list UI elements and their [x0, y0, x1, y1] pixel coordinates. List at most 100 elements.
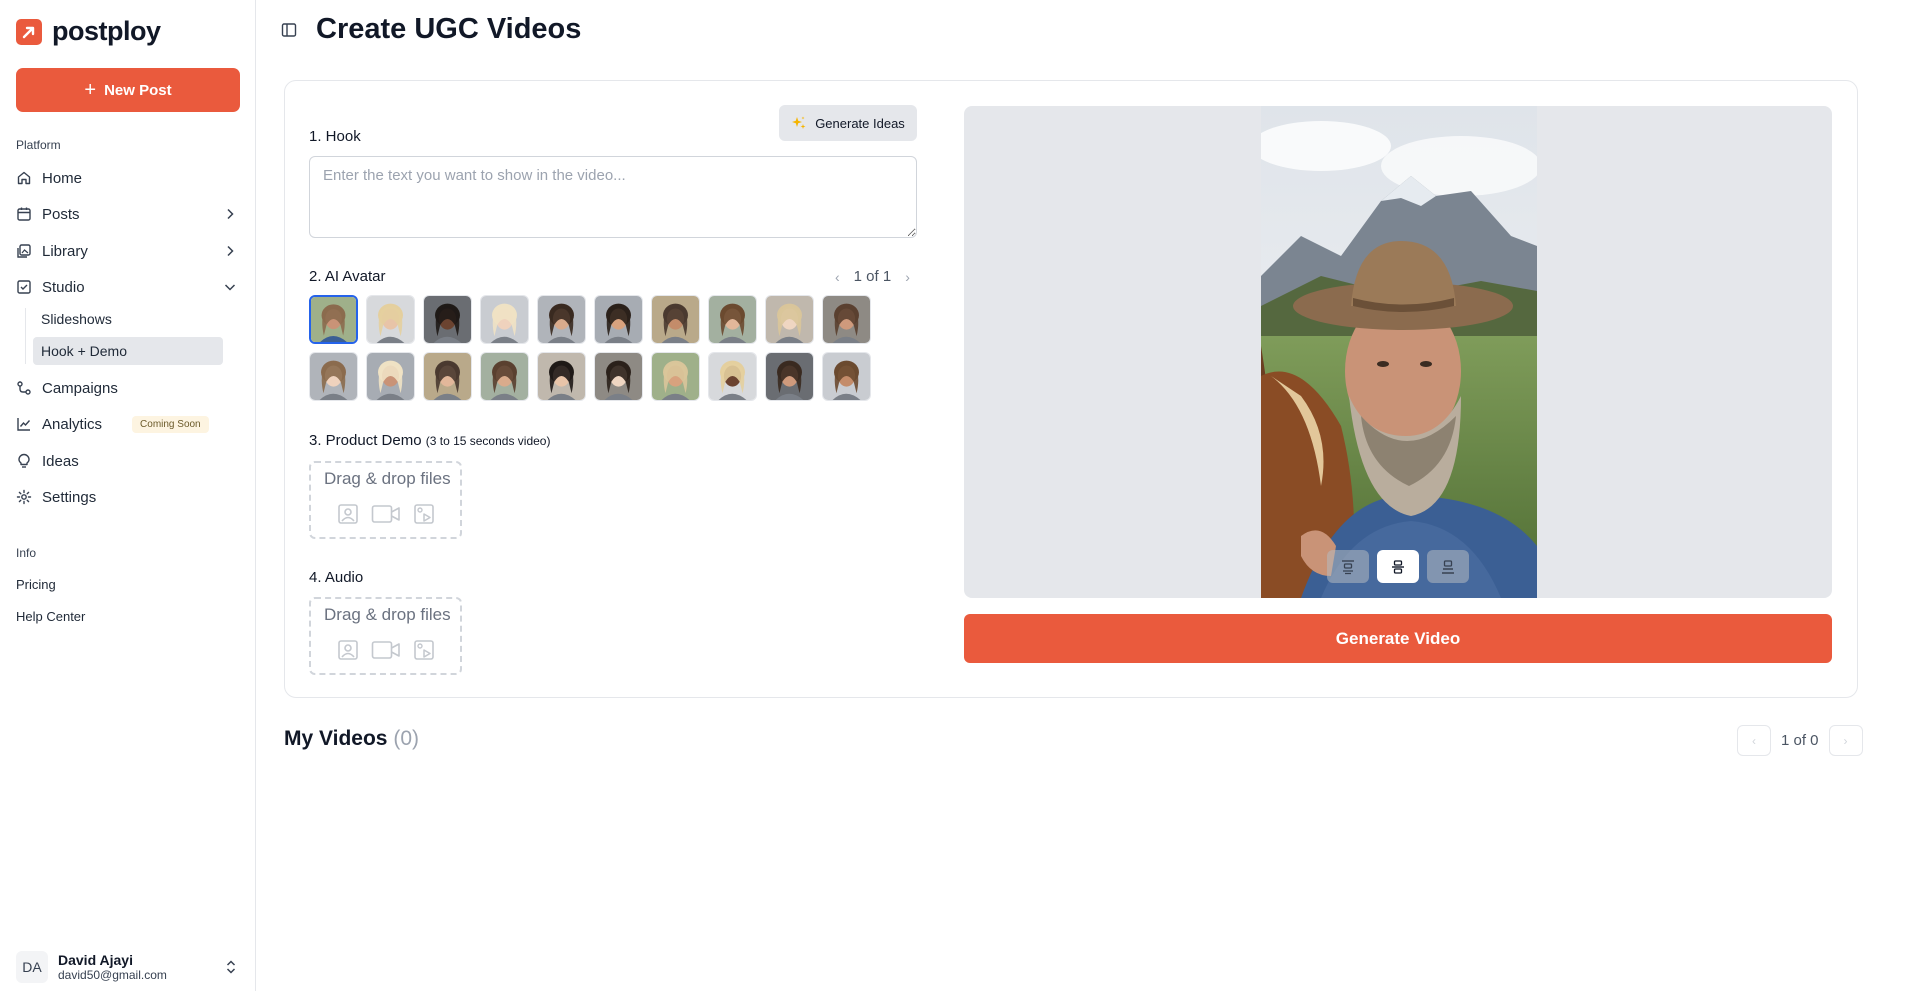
text-position-controls — [1327, 550, 1469, 583]
sidebar-item-label: Settings — [42, 488, 97, 506]
avatar-thumbnail[interactable] — [309, 295, 358, 344]
user-menu[interactable]: DA David Ajayi david50@gmail.com — [16, 950, 240, 984]
image-file-icon — [338, 640, 358, 660]
chevron-right-icon[interactable]: › — [905, 269, 910, 285]
avatar-pager: ‹ 1 of 1 › — [835, 268, 910, 285]
help-center-link[interactable]: Help Center — [16, 609, 85, 624]
brand[interactable]: postploy — [16, 16, 161, 47]
avatar-thumbnail[interactable] — [708, 352, 757, 401]
pricing-link[interactable]: Pricing — [16, 577, 56, 592]
avatar-thumbnail[interactable] — [594, 295, 643, 344]
sidebar-item-ideas[interactable]: Ideas — [16, 446, 240, 476]
library-icon — [17, 244, 31, 258]
generate-video-button[interactable]: Generate Video — [964, 614, 1832, 663]
next-page-button[interactable]: › — [1828, 725, 1863, 756]
platform-section-label: Platform — [16, 138, 61, 152]
sidebar-item-studio[interactable]: Studio — [16, 272, 240, 302]
avatar-thumbnail[interactable] — [309, 352, 358, 401]
avatar-face-illustration — [766, 353, 813, 400]
sidebar-item-label: Posts — [42, 205, 80, 223]
avatar-thumbnail[interactable] — [423, 295, 472, 344]
video-camera-icon — [371, 641, 400, 659]
sparkles-icon — [792, 116, 806, 129]
avatar-face-illustration — [424, 353, 471, 400]
avatar-face-illustration — [367, 353, 414, 400]
avatar-face-illustration — [709, 353, 756, 400]
sidebar-toggle-icon[interactable] — [281, 22, 297, 38]
avatar-face-illustration — [709, 296, 756, 343]
avatar-face-illustration — [652, 353, 699, 400]
sidebar-item-campaigns[interactable]: Campaigns — [16, 373, 240, 403]
user-email: david50@gmail.com — [58, 968, 167, 982]
avatar-face-illustration — [538, 296, 585, 343]
gear-icon — [16, 489, 32, 505]
video-camera-icon — [371, 505, 400, 523]
pager-text: 1 of 0 — [1781, 732, 1819, 749]
dropzone-icons — [337, 639, 435, 661]
avatar-thumbnail[interactable] — [708, 295, 757, 344]
sidebar-subitem-hook-demo[interactable]: Hook + Demo — [33, 337, 223, 365]
avatar-thumbnail[interactable] — [651, 295, 700, 344]
my-videos-count: (0) — [393, 727, 419, 750]
product-demo-label: 3. Product Demo (3 to 15 seconds video) — [309, 432, 550, 449]
avatar-thumbnail[interactable] — [537, 295, 586, 344]
sidebar-item-label: Home — [42, 169, 83, 187]
new-post-label: New Post — [104, 81, 172, 99]
audio-label: 4. Audio — [309, 569, 364, 586]
align-top-button[interactable] — [1327, 550, 1369, 583]
sidebar-item-analytics[interactable]: Analytics Coming Soon — [16, 409, 240, 439]
sidebar-item-settings[interactable]: Settings — [16, 482, 240, 512]
avatar-thumbnail[interactable] — [822, 295, 871, 344]
avatar-thumbnail[interactable] — [480, 352, 529, 401]
sidebar-item-home[interactable]: Home — [16, 163, 240, 193]
new-post-button[interactable]: + New Post — [16, 68, 240, 112]
photo-video-icon — [414, 504, 434, 524]
align-middle-icon — [1392, 559, 1404, 574]
chevron-right-icon — [227, 208, 234, 220]
align-bottom-icon — [1442, 559, 1454, 574]
user-name: David Ajayi — [58, 952, 133, 968]
avatar-thumbnail[interactable] — [765, 352, 814, 401]
image-file-icon — [338, 504, 358, 524]
avatar-thumbnail[interactable] — [423, 352, 472, 401]
chevron-right-icon: › — [1843, 733, 1848, 748]
avatar-face-illustration — [481, 296, 528, 343]
avatar-face-illustration — [310, 353, 357, 400]
product-demo-dropzone[interactable]: Drag & drop files — [309, 461, 462, 539]
ai-avatar-label: 2. AI Avatar — [309, 268, 386, 285]
prev-page-button[interactable]: ‹ — [1737, 725, 1771, 756]
sidebar-item-library[interactable]: Library — [16, 236, 240, 266]
sidebar-subitem-slideshows[interactable]: Slideshows — [33, 305, 223, 333]
info-section-label: Info — [16, 546, 37, 560]
sidebar-item-label: Ideas — [42, 452, 79, 470]
avatar-face-illustration — [481, 353, 528, 400]
cowboy-portrait-illustration — [1261, 106, 1537, 598]
page-title: Create UGC Videos — [316, 13, 582, 45]
avatar-face-illustration — [538, 353, 585, 400]
calendar-icon — [17, 207, 31, 221]
sidebar-item-posts[interactable]: Posts — [16, 199, 240, 229]
hook-text-input[interactable] — [309, 156, 917, 238]
avatar-thumbnail[interactable] — [480, 295, 529, 344]
avatar-thumbnail[interactable] — [822, 352, 871, 401]
avatar-thumbnail[interactable] — [651, 352, 700, 401]
chevron-up-down-icon — [226, 960, 236, 974]
sidebar-item-label: Studio — [42, 278, 85, 296]
generate-ideas-label: Generate Ideas — [815, 115, 905, 131]
avatar-face-illustration — [367, 296, 414, 343]
hook-label: 1. Hook — [309, 128, 361, 145]
dropzone-text: Drag & drop files — [324, 605, 451, 624]
audio-dropzone[interactable]: Drag & drop files — [309, 597, 462, 675]
avatar-thumbnail[interactable] — [594, 352, 643, 401]
align-bottom-button[interactable] — [1427, 550, 1469, 583]
avatar-thumbnail[interactable] — [366, 352, 415, 401]
video-preview — [964, 106, 1832, 598]
chevron-left-icon[interactable]: ‹ — [835, 269, 840, 285]
avatar-face-illustration — [652, 296, 699, 343]
align-middle-button[interactable] — [1377, 550, 1419, 583]
avatar-thumbnail[interactable] — [765, 295, 814, 344]
avatar-thumbnail[interactable] — [537, 352, 586, 401]
avatar-thumbnail[interactable] — [366, 295, 415, 344]
dropzone-icons — [337, 503, 435, 525]
generate-ideas-button[interactable]: Generate Ideas — [779, 105, 917, 141]
